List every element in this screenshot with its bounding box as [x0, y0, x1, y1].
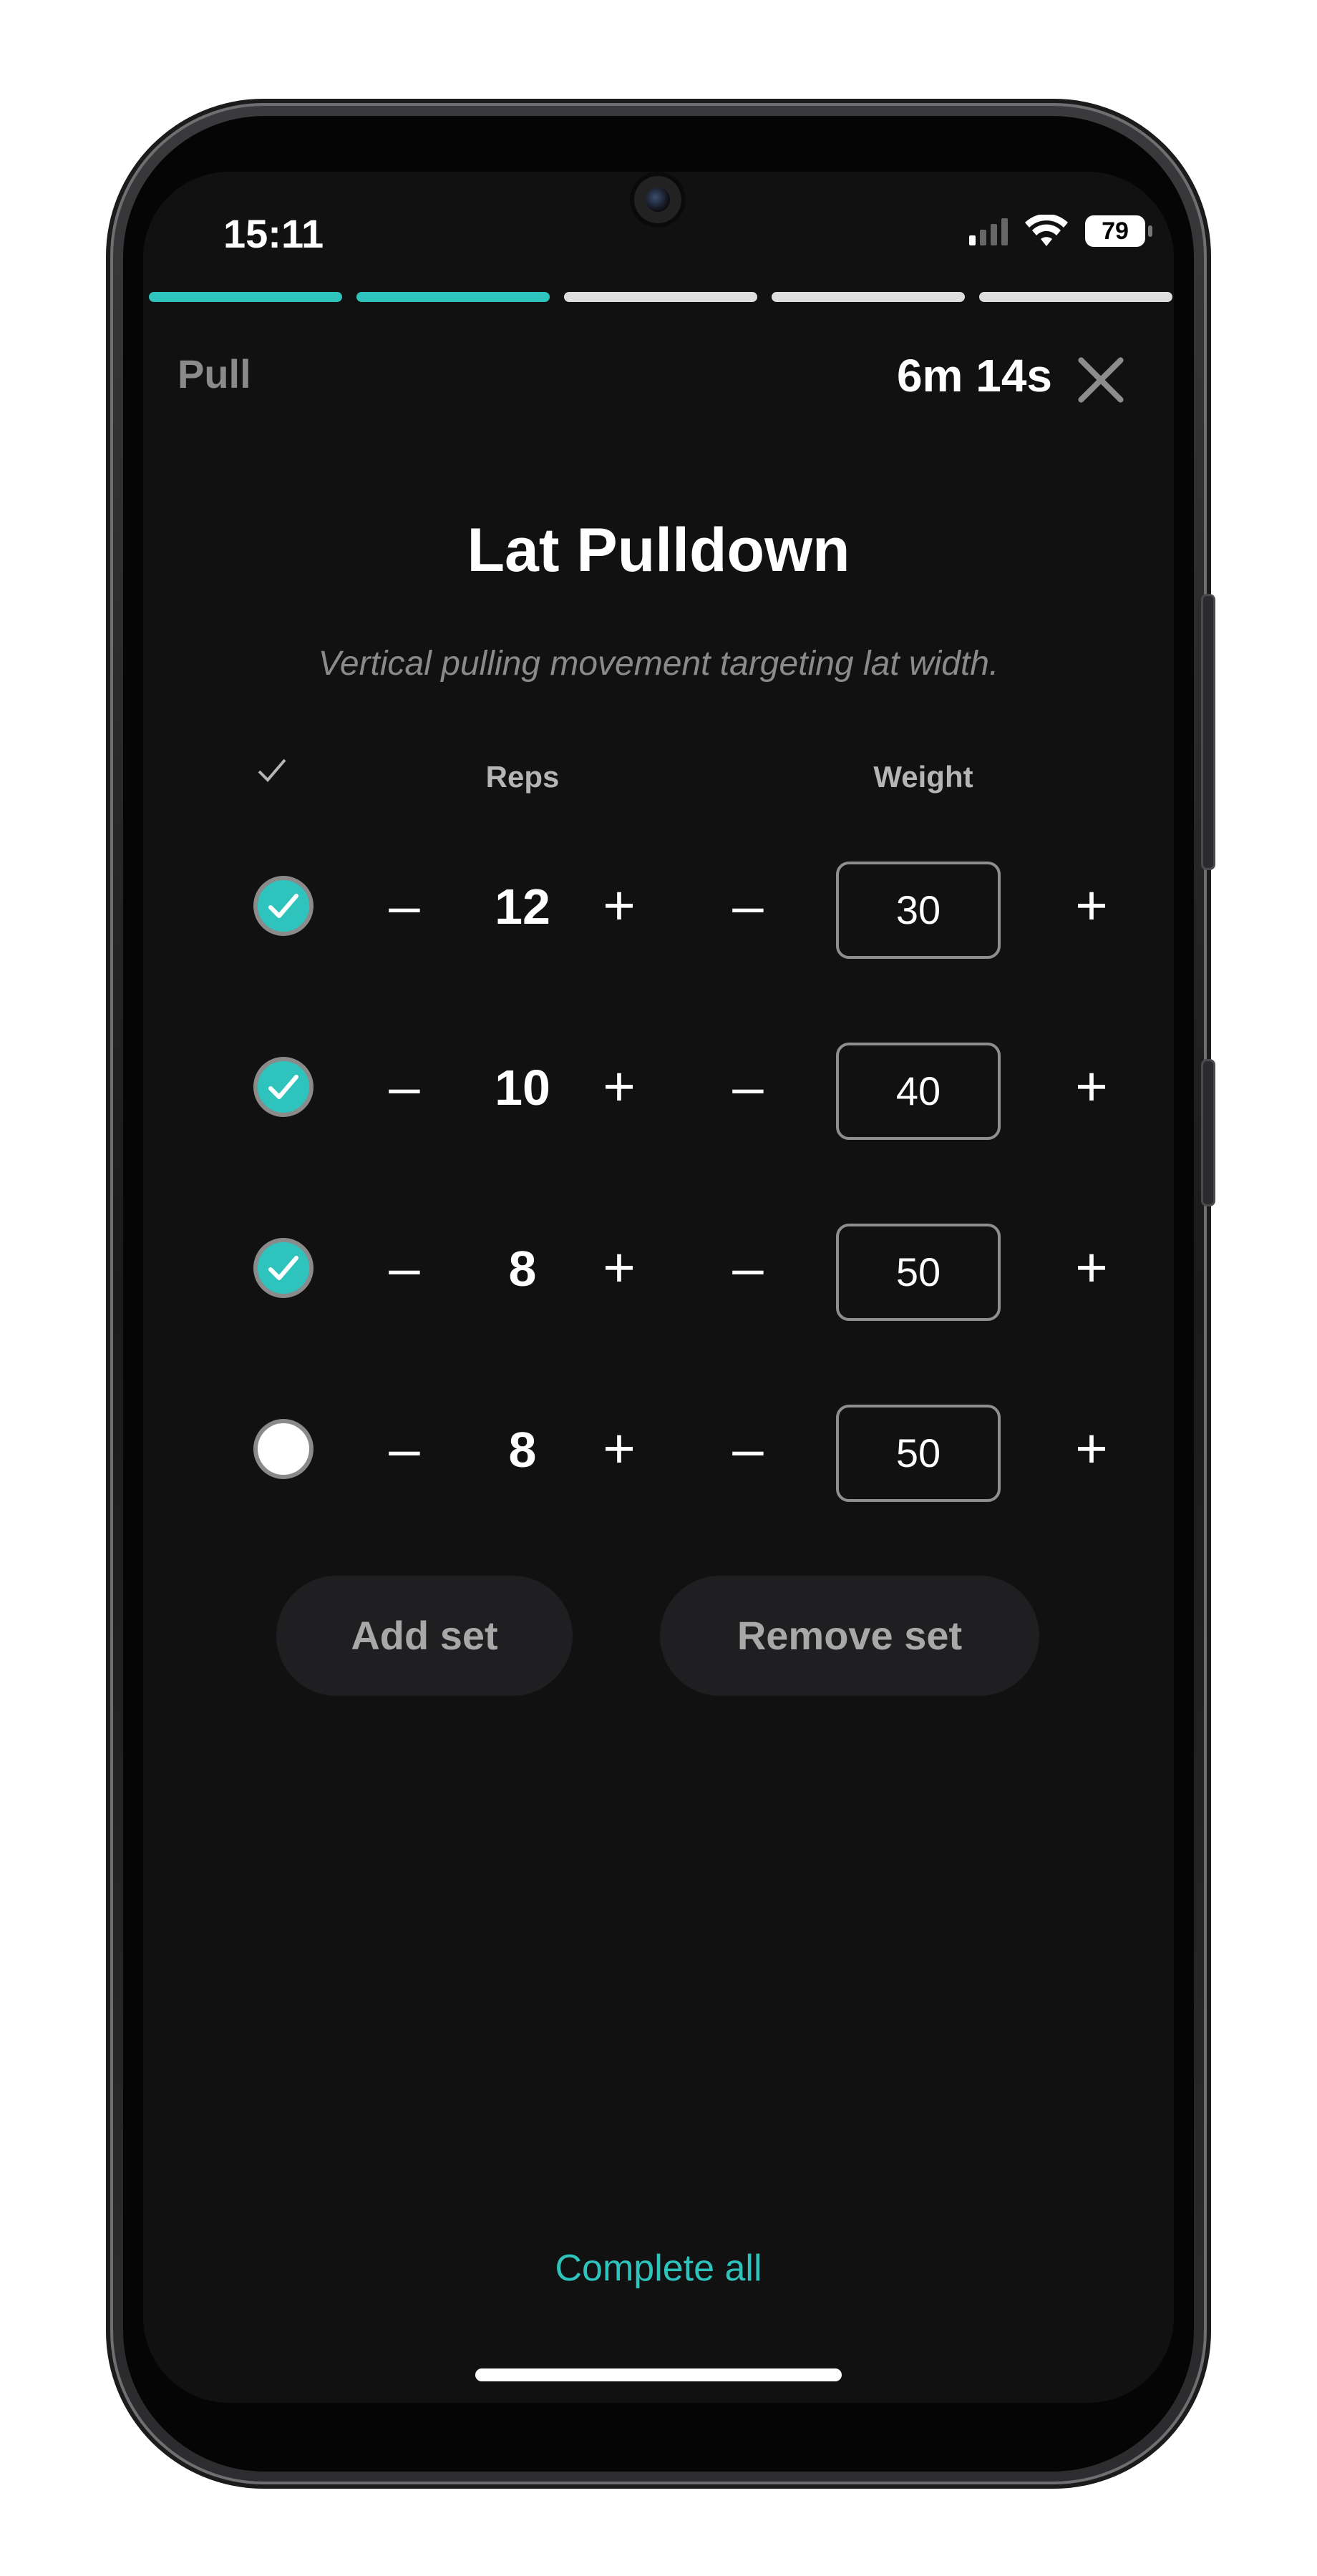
set-complete-checkbox[interactable]	[253, 1238, 314, 1298]
progress-segment-2	[356, 292, 550, 302]
reps-value: 12	[495, 879, 550, 935]
reps-decrement-button[interactable]: –	[372, 1054, 437, 1118]
progress-segment-1	[149, 292, 342, 302]
reps-decrement-button[interactable]: –	[372, 873, 437, 937]
signal-icon	[969, 217, 1008, 245]
close-icon[interactable]	[1072, 352, 1127, 406]
check-icon	[258, 758, 286, 782]
status-bar: 15:11 79	[143, 172, 1174, 279]
reps-increment-button[interactable]: +	[587, 1054, 651, 1118]
weight-increment-button[interactable]: +	[1059, 1235, 1124, 1299]
workout-progress-bar	[149, 292, 1172, 302]
side-button-lower	[1201, 1059, 1215, 1206]
reps-value: 8	[508, 1241, 537, 1297]
weight-increment-button[interactable]: +	[1059, 1416, 1124, 1480]
weight-input[interactable]: 40	[836, 1043, 1001, 1140]
set-complete-checkbox[interactable]	[253, 1419, 314, 1479]
weight-column-header: Weight	[873, 760, 973, 794]
add-set-button[interactable]: Add set	[276, 1576, 573, 1696]
checkmark-icon	[268, 1256, 298, 1280]
reps-decrement-button[interactable]: –	[372, 1416, 437, 1480]
weight-input[interactable]: 50	[836, 1405, 1001, 1502]
checkmark-icon	[268, 1075, 298, 1099]
reps-increment-button[interactable]: +	[587, 1235, 651, 1299]
home-indicator[interactable]	[475, 2368, 842, 2381]
reps-increment-button[interactable]: +	[587, 873, 651, 937]
status-time: 15:11	[223, 211, 324, 256]
exercise-description: Vertical pulling movement targeting lat …	[318, 645, 999, 683]
set-row-4: – 8 + – 50 +	[143, 1400, 1174, 1502]
workout-timer: 6m 14s	[896, 350, 1052, 401]
reps-column-header: Reps	[485, 760, 560, 794]
reps-value: 10	[495, 1060, 550, 1116]
progress-segment-4	[772, 292, 965, 302]
weight-decrement-button[interactable]: –	[716, 1416, 780, 1480]
wifi-icon	[1025, 215, 1068, 246]
checkmark-icon	[268, 894, 298, 918]
battery-icon: 79	[1085, 215, 1152, 247]
exercise-title: Lat Pulldown	[467, 516, 850, 585]
weight-decrement-button[interactable]: –	[716, 873, 780, 937]
complete-all-button[interactable]: Complete all	[143, 2247, 1174, 2290]
set-row-2: – 10 + – 40 +	[143, 1038, 1174, 1140]
status-icons: 79	[969, 215, 1152, 248]
weight-increment-button[interactable]: +	[1059, 873, 1124, 937]
weight-decrement-button[interactable]: –	[716, 1235, 780, 1299]
battery-level: 79	[1102, 217, 1129, 245]
weight-decrement-button[interactable]: –	[716, 1054, 780, 1118]
progress-segment-5	[979, 292, 1172, 302]
reps-increment-button[interactable]: +	[587, 1416, 651, 1480]
set-row-1: – 12 + – 30 +	[143, 857, 1174, 959]
weight-input[interactable]: 30	[836, 862, 1001, 959]
side-button-upper	[1201, 594, 1215, 870]
weight-increment-button[interactable]: +	[1059, 1054, 1124, 1118]
weight-input[interactable]: 50	[836, 1224, 1001, 1321]
app-screen: 15:11 79 Pull 6m 14s Lat Pulldown Vertic…	[143, 172, 1174, 2403]
remove-set-button[interactable]: Remove set	[660, 1576, 1039, 1696]
reps-decrement-button[interactable]: –	[372, 1235, 437, 1299]
check-column-header	[251, 753, 293, 794]
set-complete-checkbox[interactable]	[253, 1057, 314, 1117]
reps-value: 8	[508, 1422, 537, 1478]
progress-segment-3	[564, 292, 757, 302]
workout-name: Pull	[178, 351, 251, 396]
set-row-3: – 8 + – 50 +	[143, 1219, 1174, 1321]
set-complete-checkbox[interactable]	[253, 876, 314, 936]
